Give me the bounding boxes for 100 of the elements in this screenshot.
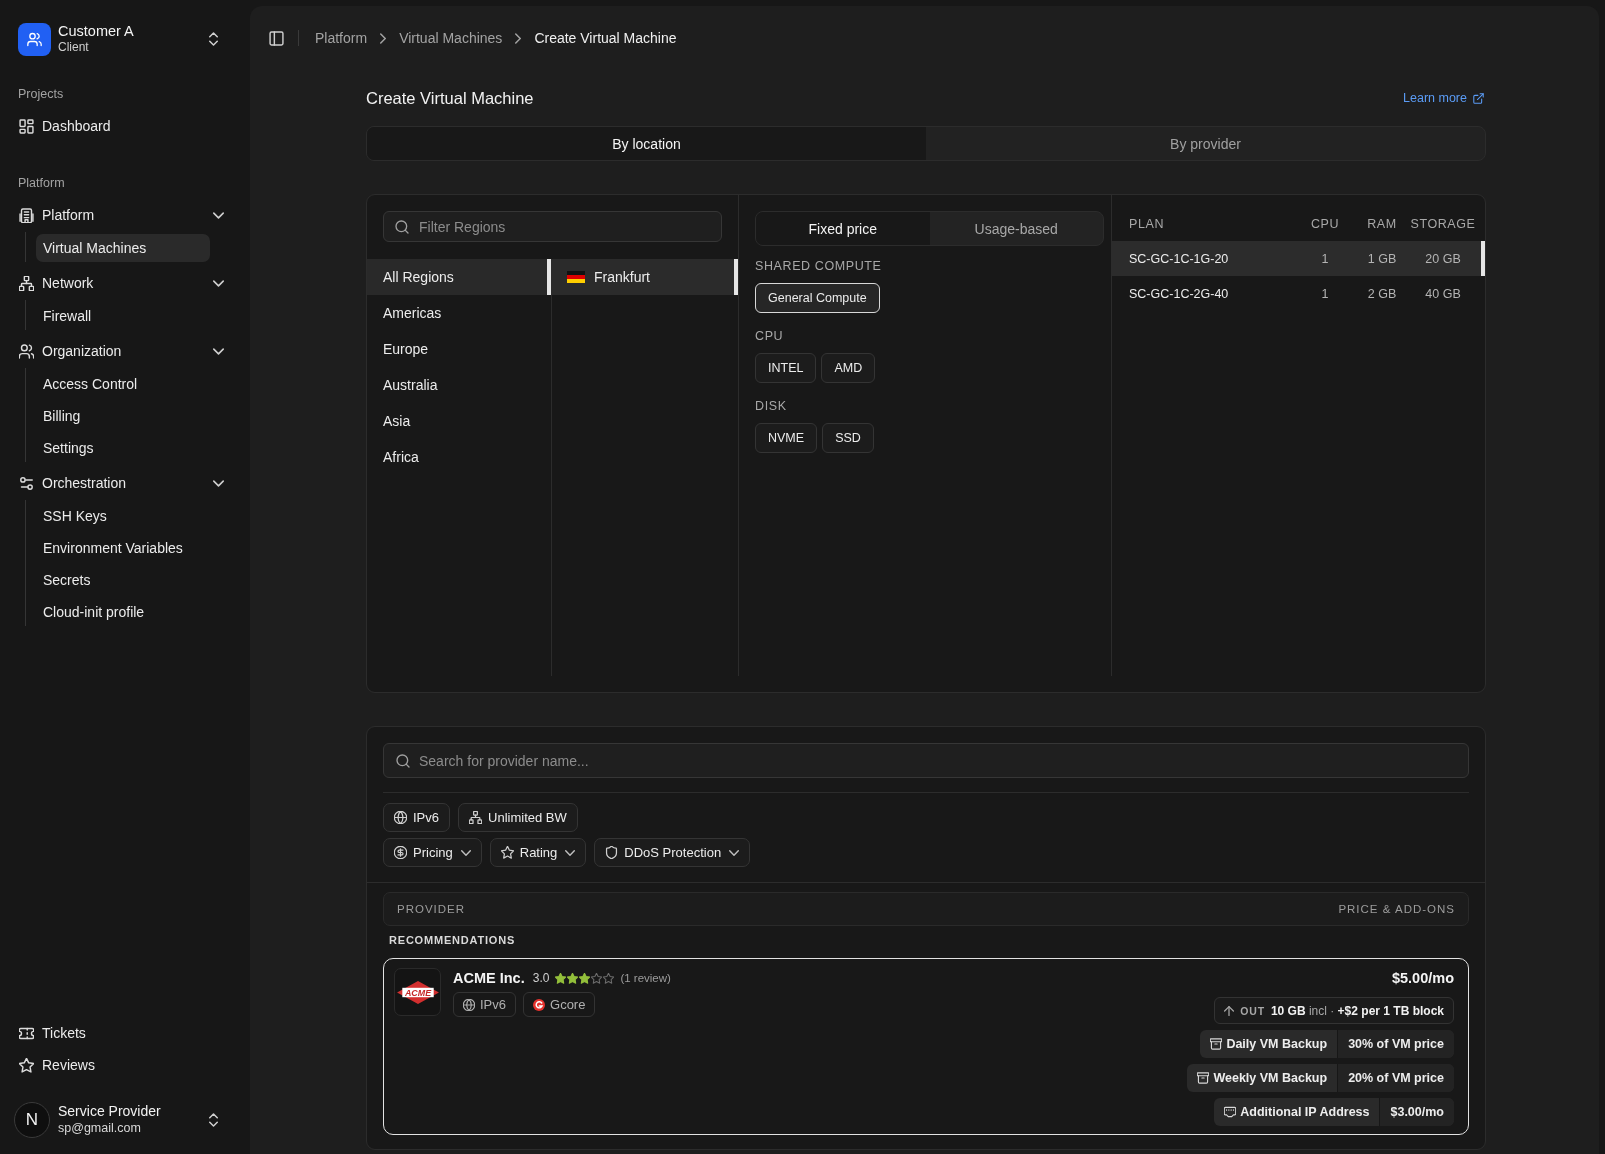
user-name: Service Provider [58, 1103, 161, 1120]
region-item[interactable]: Australia [367, 367, 551, 403]
region-item[interactable]: Europe [367, 331, 551, 367]
filter-dropdown[interactable]: DDoS Protection [594, 838, 751, 867]
breadcrumb-link[interactable]: Platform [315, 30, 368, 46]
port-icon [1224, 1106, 1237, 1118]
nav-subitem[interactable]: Billing [36, 402, 210, 430]
chevron-down-icon[interactable] [213, 479, 224, 487]
filter-field[interactable]: Filter Regions [383, 211, 722, 242]
region-item[interactable]: Africa [367, 439, 551, 475]
tag-label: Gcore [550, 997, 586, 1012]
section-label: Projects [18, 86, 64, 102]
nav-subitem[interactable]: Firewall [36, 302, 210, 330]
filter-option[interactable]: NVME [755, 423, 818, 453]
chevron-right-icon [380, 32, 387, 44]
users-icon [19, 343, 34, 359]
view-tab[interactable]: By provider [926, 127, 1485, 160]
archive-icon [1197, 1072, 1210, 1084]
filter-option[interactable]: AMD [821, 353, 876, 383]
region-item[interactable]: All Regions [367, 259, 551, 295]
search-field[interactable]: Search for provider name... [383, 743, 1469, 778]
nav-subitem[interactable]: Secrets [36, 566, 210, 594]
users-icon [18, 22, 51, 56]
pricing-tab[interactable]: Fixed price [756, 212, 930, 245]
star-icon [19, 1057, 34, 1073]
table-cell: 20 GB [1425, 251, 1461, 266]
chevron-down-icon [565, 849, 576, 856]
provider-card[interactable]: ACME ACME Inc. 3.0 (1 review) IPv6 Gcore $5.00/mo OUT 10 GB incl · +$2 per 1 TB block Daily VM Backup 30% of VM price Weekly VM Backup 20% of VM price Additional IP Address $3.00/mo [383, 958, 1469, 1135]
chevron-down-icon[interactable] [213, 279, 224, 287]
plan-row[interactable]: SC-GC-1C-1G-20 1 1 GB 20 GB [1112, 241, 1485, 276]
filter-option[interactable]: General Compute [755, 283, 880, 313]
filter-group-label: CPU [755, 329, 784, 343]
star-icon [500, 846, 514, 859]
chevron-down-icon[interactable] [213, 211, 224, 219]
chevron-down-icon [729, 849, 740, 856]
chevrons-up-down-icon[interactable] [209, 1113, 218, 1127]
filter-chip[interactable]: IPv6 [383, 803, 450, 832]
column-header: PROVIDER [397, 903, 466, 915]
shield-icon [605, 846, 619, 859]
pricing-tab[interactable]: Usage-based [929, 212, 1103, 245]
view-tab[interactable]: By location [367, 127, 926, 160]
nav-subitem[interactable]: Cloud-init profile [36, 598, 210, 626]
nav-subitem[interactable]: Virtual Machines [36, 234, 210, 262]
archive-icon [1210, 1038, 1223, 1050]
filter-group-label: DISK [755, 399, 787, 413]
filter-option[interactable]: INTEL [755, 353, 817, 383]
nav-subitem[interactable]: Access Control [36, 370, 210, 398]
table-cell: 1 [1321, 286, 1329, 301]
nav-item[interactable]: Network [18, 267, 226, 299]
filter-chip[interactable]: Unlimited BW [458, 803, 578, 832]
nav-subitem[interactable]: Environment Variables [36, 534, 210, 562]
addon-name: Weekly VM Backup [1213, 1070, 1329, 1087]
breadcrumb-link[interactable]: Virtual Machines [399, 30, 503, 46]
network-icon [469, 811, 482, 824]
group-label: RECOMMENDATIONS [388, 933, 516, 947]
nav-item[interactable]: Reviews [18, 1049, 226, 1081]
sliders-icon [19, 475, 34, 491]
chevrons-up-down-icon[interactable] [209, 32, 218, 46]
star-icon [591, 972, 603, 984]
column-header: PRICE & ADD-ONS [1338, 903, 1455, 915]
tag-label: IPv6 [480, 997, 506, 1012]
chevron-down-icon[interactable] [213, 347, 224, 355]
network-icon [19, 275, 34, 291]
external-link-icon [1473, 92, 1484, 104]
filter-option[interactable]: SSD [822, 423, 874, 453]
city-item[interactable]: Frankfurt [552, 259, 738, 295]
chevron-right-icon [515, 32, 522, 44]
filter-dropdown[interactable]: Rating [489, 838, 587, 867]
region-item[interactable]: Asia [367, 403, 551, 439]
column-header: STORAGE [1410, 217, 1476, 231]
page-title: Create Virtual Machine [366, 88, 534, 108]
globe-icon [463, 998, 475, 1011]
nav-item[interactable]: Tickets [18, 1017, 226, 1049]
ticket-icon [19, 1025, 34, 1041]
filter-dropdown[interactable]: Pricing [383, 838, 482, 867]
learn-more-link[interactable]: Learn more [1403, 91, 1484, 105]
breadcrumb-current: Create Virtual Machine [534, 30, 677, 46]
star-icon [579, 972, 591, 984]
rating-value: 3.0 [532, 971, 550, 985]
nav-item[interactable]: Dashboard [18, 110, 226, 142]
nav-item[interactable]: Orchestration [18, 467, 226, 499]
plan-row[interactable]: SC-GC-1C-2G-40 1 2 GB 40 GB [1112, 276, 1485, 311]
dollar-icon [394, 846, 407, 859]
review-count: (1 review) [620, 972, 671, 984]
region-item[interactable]: Americas [367, 295, 551, 331]
nav-item[interactable]: Platform [18, 199, 226, 231]
nav-item[interactable]: Organization [18, 335, 226, 367]
search-icon [396, 753, 410, 768]
nav-subitem[interactable]: SSH Keys [36, 502, 210, 530]
nav-subitem[interactable]: Settings [36, 434, 210, 462]
column-header: PLAN [1129, 217, 1165, 231]
sidebar-toggle-icon[interactable] [269, 30, 284, 46]
addon-price: $3.00/mo [1379, 1098, 1454, 1126]
table-cell: SC-GC-1C-1G-20 [1129, 251, 1229, 266]
search-icon [395, 219, 409, 234]
table-cell: 1 [1321, 251, 1329, 266]
addon-name: Additional IP Address [1240, 1104, 1371, 1121]
star-icon [555, 972, 567, 984]
table-cell: 2 GB [1367, 286, 1397, 301]
account-role: Client [58, 39, 89, 55]
